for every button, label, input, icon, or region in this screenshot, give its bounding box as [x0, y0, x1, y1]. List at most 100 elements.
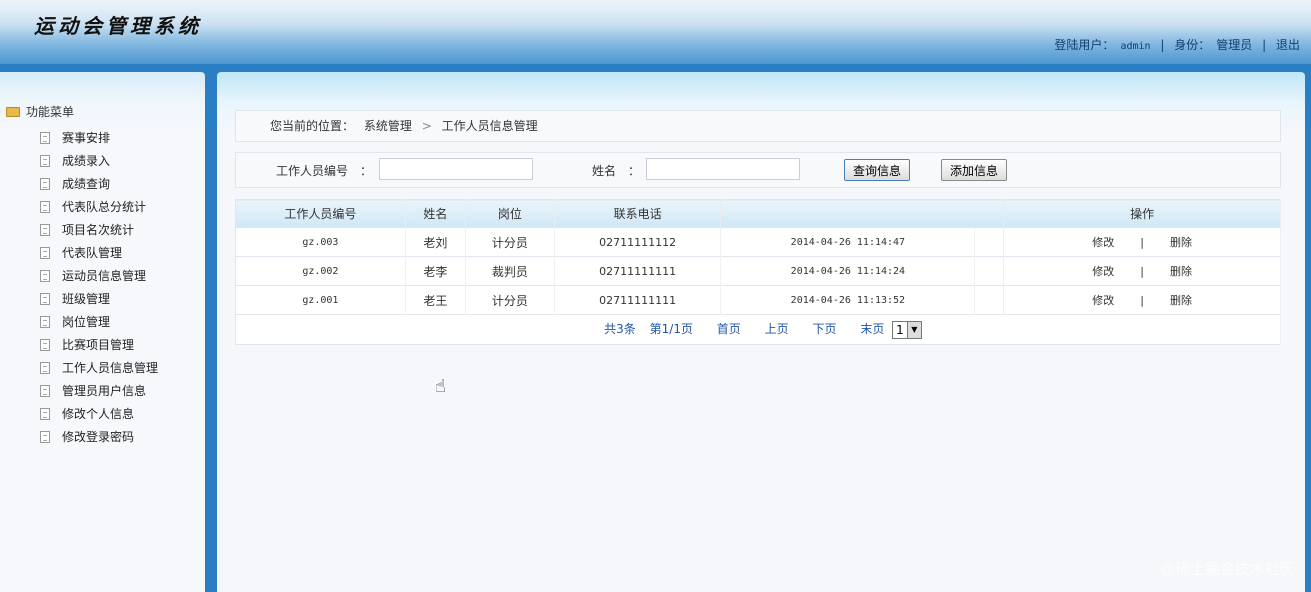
pager-prev[interactable]: 上页	[765, 322, 789, 336]
breadcrumb-separator: >	[421, 119, 432, 133]
column-header: 姓名	[405, 199, 466, 228]
column-header: 联系电话	[554, 199, 722, 228]
sidebar-item[interactable]: 岗位管理	[40, 310, 158, 333]
staff-phone: 02711111111	[554, 256, 722, 286]
page-select-value: 1	[896, 322, 904, 337]
staff-id-input[interactable]	[379, 158, 533, 180]
header: 运动会管理系统 登陆用户： admin | 身份： 管理员 | 退出	[0, 0, 1311, 64]
sidebar-item[interactable]: 成绩录入	[40, 149, 158, 172]
table-row: gz.003 老刘 计分员 02711111112 2014-04-26 11:…	[235, 227, 1281, 257]
sidebar-item-label: 成绩录入	[62, 154, 111, 168]
menu-title: 功能菜单	[6, 103, 74, 120]
name-input[interactable]	[646, 158, 800, 180]
column-header: 操作	[1003, 199, 1281, 228]
hand-cursor-icon: ☝	[435, 376, 446, 397]
folder-icon	[6, 106, 20, 117]
app-logo: 运动会管理系统	[34, 14, 202, 38]
breadcrumb: 您当前的位置： 系统管理 > 工作人员信息管理	[235, 110, 1281, 142]
sidebar-menu: 赛事安排成绩录入成绩查询代表队总分统计 项目名次统计 代表队管理运动员信息管理班级管…	[40, 126, 158, 448]
row-actions: 修改 | 删除	[1003, 227, 1281, 257]
delete-link[interactable]: 删除	[1170, 294, 1192, 307]
user-bar: 登陆用户： admin | 身份： 管理员 | 退出	[1051, 36, 1303, 53]
pager-last[interactable]: 末页	[860, 322, 884, 336]
logout-link[interactable]: 退出	[1276, 38, 1300, 52]
divider: |	[1262, 38, 1267, 52]
sidebar-item[interactable]: 代表队管理	[40, 241, 158, 264]
staff-name: 老李	[405, 256, 466, 286]
sidebar-item-label: 成绩查询	[62, 177, 111, 191]
search-bar: 工作人员编号 ： 姓名 ： 查询信息 添加信息	[235, 152, 1281, 188]
divider: |	[1140, 236, 1144, 249]
edit-link[interactable]: 修改	[1092, 294, 1114, 307]
sidebar-item-label: 运动员信息管理	[62, 269, 147, 283]
name-label: 姓名 ：	[592, 164, 641, 178]
chevron-down-icon: ▼	[906, 321, 921, 338]
row-actions: 修改 | 删除	[1003, 256, 1281, 286]
breadcrumb-section[interactable]: 系统管理	[364, 119, 412, 133]
document-icon	[40, 269, 50, 282]
staff-name: 老刘	[405, 227, 466, 257]
sidebar-item-label: 比赛项目管理	[62, 338, 135, 352]
staff-post: 计分员	[465, 285, 555, 315]
sidebar-item-label: 代表队总分统计	[62, 200, 147, 214]
document-icon	[40, 384, 50, 397]
pager-total: 共3条	[604, 322, 636, 337]
document-icon	[40, 131, 50, 144]
sidebar-item[interactable]: 比赛项目管理	[40, 333, 158, 356]
add-button[interactable]: 添加信息	[941, 159, 1008, 181]
sidebar-item[interactable]: 修改个人信息	[40, 402, 158, 425]
delete-link[interactable]: 删除	[1170, 236, 1192, 249]
created-time: 2014-04-26 11:14:24	[720, 256, 976, 286]
edit-link[interactable]: 修改	[1092, 236, 1114, 249]
column-header: 岗位	[465, 199, 555, 228]
staff-name: 老王	[405, 285, 466, 315]
sidebar-item[interactable]: 成绩查询	[40, 172, 158, 195]
document-icon	[40, 177, 50, 190]
username: admin	[1120, 41, 1151, 52]
edit-link[interactable]: 修改	[1092, 265, 1114, 278]
spacer	[974, 285, 1005, 315]
page-select[interactable]: 1 ▼	[892, 320, 922, 339]
sidebar-item[interactable]: 运动员信息管理	[40, 264, 158, 287]
delete-link[interactable]: 删除	[1170, 265, 1192, 278]
sidebar-item-label: 岗位管理	[62, 315, 111, 329]
document-icon	[40, 223, 50, 236]
staff-phone: 02711111112	[554, 227, 722, 257]
sidebar-item-label: 修改个人信息	[62, 407, 135, 421]
document-icon	[40, 430, 50, 443]
pagination: 共3条 第1/1页 首页 上页 下页 末页 1 ▼	[235, 314, 1281, 345]
column-header: 工作人员编号	[235, 199, 406, 228]
watermark: @稀土掘金技术社区	[1159, 560, 1295, 578]
sidebar-item-label: 修改登录密码	[62, 430, 135, 444]
sidebar-item-label: 工作人员信息管理	[62, 361, 159, 375]
document-icon	[40, 154, 50, 167]
pager-page: 第1/1页	[649, 322, 693, 337]
breadcrumb-page: 工作人员信息管理	[441, 119, 538, 133]
sidebar-item[interactable]: 工作人员信息管理	[40, 356, 158, 379]
sidebar: 功能菜单 赛事安排成绩录入成绩查询代表队总分统计 项目名次统计 代表队管理运动员信息…	[0, 72, 205, 592]
table-header: 工作人员编号 姓名 岗位 联系电话 操作	[235, 199, 1281, 228]
sidebar-item[interactable]: 管理员用户信息	[40, 379, 158, 402]
sidebar-item[interactable]: 赛事安排	[40, 126, 158, 149]
sidebar-item-label: 管理员用户信息	[62, 384, 147, 398]
divider: |	[1140, 294, 1144, 307]
main-panel: 您当前的位置： 系统管理 > 工作人员信息管理 工作人员编号 ： 姓名 ： 查询…	[217, 72, 1305, 592]
document-icon	[40, 292, 50, 305]
staff-id: gz.001	[235, 285, 406, 315]
spacer	[974, 227, 1005, 257]
sidebar-item[interactable]: 修改登录密码	[40, 425, 158, 448]
sidebar-item[interactable]: 项目名次统计	[40, 218, 158, 241]
column-header	[720, 199, 1005, 228]
menu-title-label: 功能菜单	[26, 105, 75, 119]
query-button[interactable]: 查询信息	[844, 159, 911, 181]
row-actions: 修改 | 删除	[1003, 285, 1281, 315]
sidebar-item[interactable]: 班级管理	[40, 287, 158, 310]
sidebar-item-label: 项目名次统计	[62, 223, 135, 237]
document-icon	[40, 338, 50, 351]
pager-first[interactable]: 首页	[717, 322, 741, 336]
pager-next[interactable]: 下页	[812, 322, 836, 336]
staff-id: gz.003	[235, 227, 406, 257]
sidebar-item-label: 代表队管理	[62, 246, 123, 260]
sidebar-item[interactable]: 代表队总分统计	[40, 195, 158, 218]
divider: |	[1160, 38, 1165, 52]
